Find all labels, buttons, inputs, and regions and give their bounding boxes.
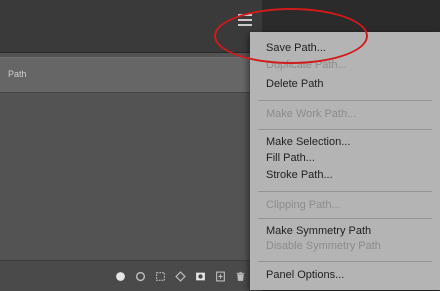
menu-item-make-work-path: Make Work Path... — [266, 108, 357, 120]
menu-divider — [258, 218, 432, 219]
menu-item-stroke-path[interactable]: Stroke Path... — [266, 169, 333, 181]
menu-item-panel-options[interactable]: Panel Options... — [266, 269, 344, 281]
panel-footer — [0, 260, 262, 291]
menu-divider — [258, 261, 432, 262]
new-path-icon[interactable] — [215, 271, 226, 282]
menu-item-duplicate-path: Duplicate Path... — [266, 59, 347, 71]
path-list-item[interactable]: Path — [0, 57, 262, 93]
menu-divider — [258, 100, 432, 101]
panel-flyout-menu: Save Path... Duplicate Path... Delete Pa… — [250, 32, 440, 290]
menu-item-make-symmetry-path[interactable]: Make Symmetry Path — [266, 225, 371, 237]
menu-item-clipping-path: Clipping Path... — [266, 199, 341, 211]
menu-divider — [258, 191, 432, 192]
delete-path-icon[interactable] — [235, 271, 246, 282]
menu-item-make-selection[interactable]: Make Selection... — [266, 136, 350, 148]
menu-divider — [258, 129, 432, 130]
load-selection-icon[interactable] — [155, 271, 166, 282]
menu-item-fill-path[interactable]: Fill Path... — [266, 152, 315, 164]
make-work-path-icon[interactable] — [175, 271, 186, 282]
menu-item-save-path[interactable]: Save Path... — [266, 42, 326, 54]
path-name-label: Path — [8, 69, 27, 79]
fill-path-icon[interactable] — [115, 271, 126, 282]
paths-panel: Path — [0, 0, 262, 291]
menu-item-delete-path[interactable]: Delete Path — [266, 78, 323, 90]
add-mask-icon[interactable] — [195, 271, 206, 282]
panel-menu-icon[interactable] — [238, 14, 252, 26]
panel-header — [0, 0, 262, 53]
stroke-path-icon[interactable] — [135, 271, 146, 282]
menu-item-disable-symmetry-path: Disable Symmetry Path — [266, 240, 381, 252]
